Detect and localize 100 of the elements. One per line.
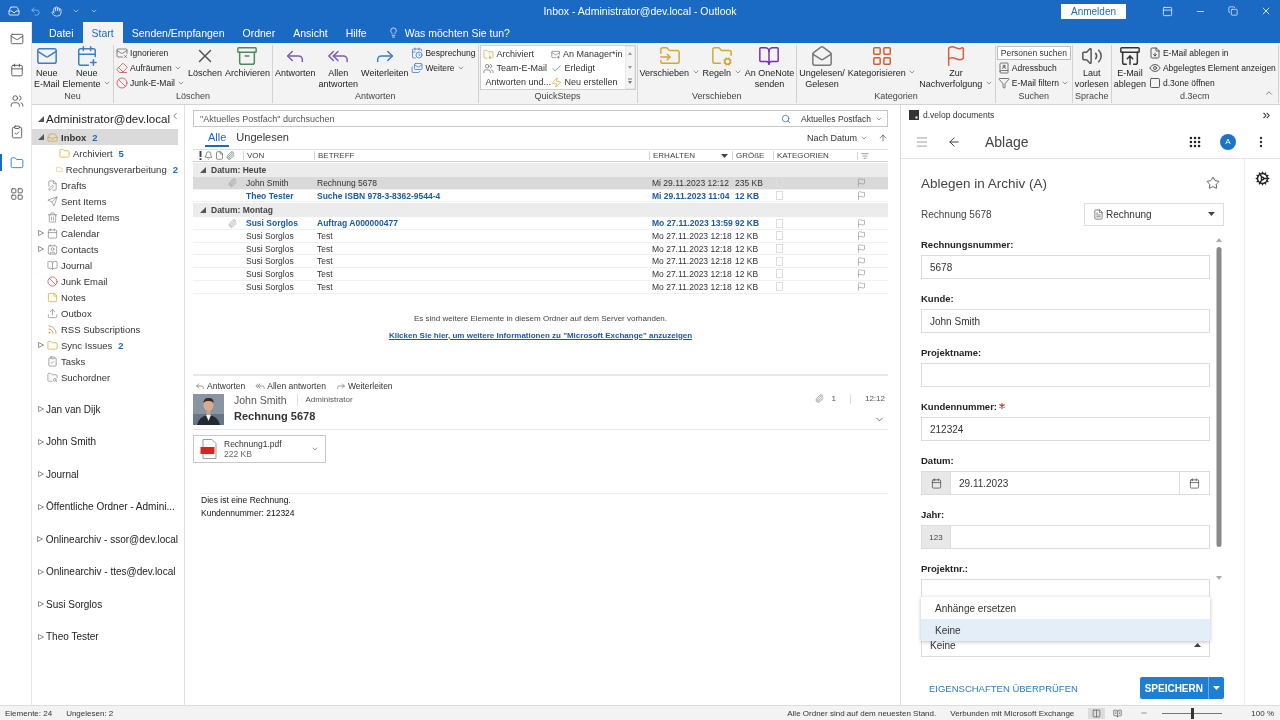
quick-step-item[interactable]: Team-E-Mail [482, 61, 551, 75]
ribbon-button[interactable]: Ungelesen/ Gelesen [798, 45, 846, 89]
column-title[interactable]: VON [243, 151, 314, 160]
ribbon-button[interactable]: Kategorisieren [846, 45, 918, 79]
quick-step-item[interactable]: Antworten und... [482, 75, 551, 89]
expand-arrow-icon[interactable] [37, 503, 44, 510]
column-title[interactable]: ERHALTEN [649, 151, 732, 160]
message-row[interactable]: Susi Sorglos Test Mo 27.11.2023 12:18 12 KB [193, 230, 888, 243]
message-row[interactable]: Susi Sorglos Test Mo 27.11.2023 12:18 12 KB [193, 268, 888, 281]
date-picker-button[interactable] [1180, 471, 1210, 495]
ribbon-button[interactable]: Junk-E-Mail [115, 76, 186, 90]
collapse-arrow-icon[interactable] [200, 167, 206, 173]
account-item[interactable]: Öffentliche Ordner - Admini... [32, 490, 178, 523]
check-properties-link[interactable]: EIGENSCHAFTEN ÜBERPRÜFEN [921, 682, 1078, 694]
message-row[interactable]: John Smith Rechnung 5678 Mi 29.11.2023 12:12 235 KB [193, 177, 888, 190]
expand-arrow-icon[interactable] [37, 438, 44, 445]
quick-step-item[interactable]: Erledigt [550, 61, 623, 75]
user-avatar[interactable]: A [1220, 133, 1236, 150]
filter-tab[interactable]: Ungelesen [233, 129, 292, 147]
message-row[interactable]: Theo Tester Suche ISBN 978-3-8362-9544-4 Mi 29.11.2023 11:04 12 KB [193, 189, 888, 203]
expand-arrow-icon[interactable] [37, 246, 44, 252]
save-button[interactable]: SPEICHERN [1139, 677, 1224, 699]
ribbon-tab[interactable]: Ansicht [284, 22, 337, 43]
ribbon-button[interactable]: Neue E-Mail [33, 45, 61, 89]
ribbon-button[interactable]: E-Mail ablegen [1112, 45, 1147, 89]
ribbon-button[interactable]: Weiterleiten [360, 45, 410, 79]
scope-dropdown[interactable]: Aktuelles Postfach [797, 110, 888, 127]
folder-item[interactable]: RSS Subscriptions [32, 321, 178, 337]
ribbon-tab[interactable]: Datei [40, 22, 83, 43]
folder-item[interactable]: Inbox 2 [32, 129, 178, 145]
account-item[interactable]: Onlinearchiv - ssor@dev.local [32, 523, 178, 556]
folder-item[interactable]: Notes [32, 289, 178, 305]
folder-item[interactable]: Contacts [32, 241, 178, 257]
ribbon-button[interactable]: Neue Elemente [61, 45, 113, 89]
ribbon-button[interactable]: Löschen [186, 45, 223, 79]
ribbon-button[interactable]: Archivieren [223, 45, 271, 79]
text-field[interactable]: 212324 [921, 417, 1210, 441]
reply-action[interactable]: Antworten [193, 380, 248, 391]
account-item[interactable]: John Smith [32, 425, 178, 458]
expand-arrow-icon[interactable] [37, 342, 44, 348]
quick-step-item[interactable]: Archiviert [482, 47, 551, 61]
folder-item[interactable]: Outbox [32, 305, 178, 321]
dropdown-option[interactable]: Anhänge ersetzen [921, 597, 1210, 619]
sign-in-button[interactable]: Anmelden [1060, 3, 1126, 19]
folder-item[interactable]: Deleted Items [32, 209, 178, 225]
expand-arrow-icon[interactable] [37, 230, 44, 236]
attachment-chip[interactable]: Rechnung1.pdf 222 KB [193, 434, 326, 463]
dropdown-option[interactable]: Keine [921, 619, 1210, 641]
ribbon-button[interactable]: Regeln [701, 45, 743, 79]
search-field[interactable]: "Aktuelles Postfach" durchsuchen [193, 110, 776, 127]
ribbon-button[interactable]: Ignorieren [115, 46, 186, 60]
ribbon-button[interactable]: Zur Nachverfolgung [918, 45, 994, 89]
folder-item[interactable]: Journal [32, 257, 178, 273]
expand-arrow-icon[interactable] [37, 471, 44, 478]
message-row[interactable]: Susi Sorglos Auftrag A000000477 Mo 27.11.2023 13:59 92 KB [193, 217, 888, 231]
gallery-scroll-drawing[interactable] [624, 46, 635, 89]
ribbon-button[interactable]: Allen antworten [317, 45, 360, 89]
folder-item[interactable]: Archiviert 5 [32, 145, 178, 161]
folder-item[interactable]: Suchordner [32, 369, 178, 385]
tell-me-field[interactable]: Was möchten Sie tun? [387, 22, 510, 43]
filter-tab[interactable]: Alle [205, 129, 230, 147]
ribbon-button[interactable]: Antworten [274, 45, 317, 79]
collapse-arrow-icon[interactable] [37, 134, 44, 140]
importance-icon[interactable] [199, 151, 202, 160]
date-field[interactable]: 29.11.2023 [951, 471, 1180, 495]
ribbon-button[interactable]: Besprechung [410, 46, 477, 60]
exchange-link[interactable]: Klicken Sie hier, um weitere Informationen zu "Microsoft Exchange" anzuzeigen [388, 330, 693, 340]
message-row[interactable]: Susi Sorglos Test Mo 27.11.2023 12:18 12 KB [193, 255, 888, 269]
column-title[interactable]: BETREFF [314, 151, 649, 160]
collapse-arrow-icon[interactable] [200, 207, 206, 214]
zoom-thumb[interactable] [1191, 707, 1195, 719]
ribbon-button[interactable]: An OneNote senden [743, 45, 796, 89]
account-item[interactable]: Onlinearchiv - ttes@dev.local [32, 555, 178, 588]
ribbon-tab[interactable]: Start [82, 22, 123, 43]
sort-dropdown[interactable]: Nach Datum [800, 132, 874, 144]
expand-arrow-icon[interactable] [37, 601, 44, 608]
ribbon-button[interactable]: d.3one öffnen [1147, 76, 1277, 90]
reply-action[interactable]: Allen antworten [253, 380, 328, 391]
ribbon-button[interactable]: Weitere [410, 61, 477, 75]
folder-item[interactable]: Sent Items [32, 193, 178, 209]
date-group-header[interactable]: Datum: Heute [193, 163, 888, 177]
ribbon-button[interactable]: Abgelegtes Element anzeigen [1147, 61, 1277, 75]
expand-arrow-icon[interactable] [37, 568, 44, 575]
ribbon-button[interactable]: Laut vorlesen [1073, 45, 1110, 89]
message-row[interactable]: Susi Sorglos Test Mo 27.11.2023 12:18 12 KB [193, 280, 888, 294]
expand-arrow-icon[interactable] [37, 536, 44, 543]
message-row[interactable]: Susi Sorglos Test Mo 27.11.2023 12:18 12 KB [193, 242, 888, 256]
calendar-button[interactable] [921, 471, 951, 495]
account-item[interactable]: Theo Tester [32, 620, 178, 653]
ribbon-tab[interactable]: Ordner [233, 22, 285, 43]
people-search-field[interactable]: Personen suchen [996, 46, 1071, 60]
quick-step-item[interactable]: An Manager*in [550, 47, 623, 61]
folder-item[interactable]: Drafts [32, 177, 178, 193]
account-item[interactable]: Administrator@dev.local [32, 109, 178, 129]
account-item[interactable]: Journal [32, 458, 178, 491]
ribbon-tab[interactable]: Senden/Empfangen [122, 22, 234, 43]
category-select[interactable]: Rechnung [1084, 202, 1224, 226]
text-field[interactable]: John Smith [921, 309, 1210, 333]
normal-view-button[interactable] [1088, 707, 1106, 719]
column-title[interactable]: KATEGORIEN [773, 151, 857, 160]
